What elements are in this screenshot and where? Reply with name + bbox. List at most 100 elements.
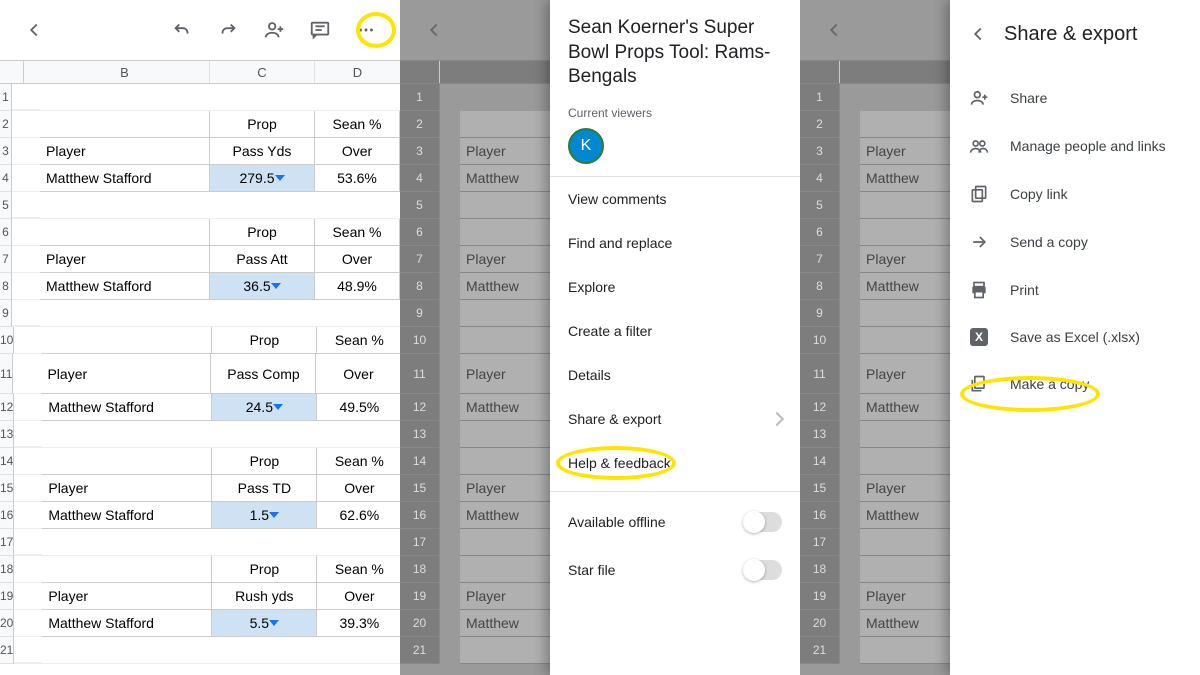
menu-explore[interactable]: Explore [550,265,800,309]
row-header[interactable]: 3 [0,138,12,165]
cell[interactable] [40,219,210,246]
cell[interactable]: Sean % [315,219,400,246]
cell[interactable] [315,84,400,110]
row-header[interactable]: 8 [0,273,12,300]
row-header[interactable]: 12 [0,394,14,421]
back-icon[interactable] [414,10,454,50]
cell[interactable] [210,300,315,326]
row-header[interactable]: 21 [0,637,14,664]
row-header[interactable]: 2 [0,111,12,138]
cell[interactable]: 48.9% [315,273,400,300]
cell[interactable] [42,529,212,555]
back-icon[interactable] [964,20,992,48]
share-item-save-excel[interactable]: XSave as Excel (.xlsx) [950,314,1200,360]
cell[interactable]: Over [316,354,400,394]
back-icon[interactable] [14,10,54,50]
cell[interactable] [317,529,400,555]
comment-icon[interactable] [300,10,340,50]
cell[interactable]: Rush yds [212,583,317,610]
cell[interactable] [315,192,400,218]
viewer-avatar[interactable]: K [568,128,604,164]
cell[interactable]: 62.6% [317,502,400,529]
toggle-offline[interactable] [744,512,782,532]
cell[interactable]: Prop [210,111,315,138]
share-item-copy-link[interactable]: Copy link [950,170,1200,218]
cell[interactable] [42,637,212,663]
cell[interactable]: Over [315,246,400,273]
cell[interactable]: Sean % [315,111,400,138]
row-header[interactable]: 7 [0,246,12,273]
menu-details[interactable]: Details [550,353,800,397]
cell[interactable]: Sean % [317,556,400,583]
cell[interactable]: Sean % [317,327,400,354]
row-header[interactable]: 5 [0,192,12,219]
col-D[interactable]: D [315,61,400,83]
menu-star-file[interactable]: Star file [550,546,800,594]
cell[interactable] [42,448,212,475]
row-header[interactable]: 6 [0,219,12,246]
cell[interactable]: Matthew Stafford [42,394,212,421]
row-header[interactable]: 13 [0,421,14,448]
toggle-star[interactable] [744,560,782,580]
cell[interactable] [315,300,400,326]
cell[interactable]: Prop [212,327,317,354]
more-icon[interactable] [346,10,386,50]
row-header[interactable]: 11 [0,354,13,394]
cell[interactable]: Prop [212,448,317,475]
col-B[interactable]: B [40,61,210,83]
cell[interactable] [40,84,210,110]
cell[interactable]: Player [40,246,210,273]
dropdown-cell[interactable]: 24.5 [212,394,317,421]
dropdown-cell[interactable]: 36.5 [210,273,315,300]
cell[interactable] [317,637,400,663]
cell[interactable]: Over [317,475,400,502]
cell[interactable]: 39.3% [317,610,400,637]
cell[interactable]: Prop [210,219,315,246]
cell[interactable]: Matthew Stafford [42,610,212,637]
row-header[interactable]: 16 [0,502,14,529]
dropdown-cell[interactable]: 279.5 [210,165,315,192]
cell[interactable]: 53.6% [315,165,400,192]
row-header[interactable]: 15 [0,475,14,502]
menu-help-feedback[interactable]: Help & feedback [550,441,800,485]
dropdown-cell[interactable]: 5.5 [212,610,317,637]
share-item-share[interactable]: Share [950,74,1200,122]
cell[interactable] [42,556,212,583]
cell[interactable]: Matthew Stafford [40,273,210,300]
cell[interactable]: Matthew Stafford [42,502,212,529]
cell[interactable] [212,637,317,663]
row-header[interactable]: 4 [0,165,12,192]
row-header[interactable]: 1 [0,84,12,111]
cell[interactable]: Sean % [317,448,400,475]
cell[interactable] [212,529,317,555]
row-header[interactable]: 17 [0,529,14,556]
cell[interactable] [40,300,210,326]
col-C[interactable]: C [210,61,315,83]
cell[interactable] [42,421,212,447]
back-icon[interactable] [814,10,854,50]
menu-share-export[interactable]: Share & export [550,397,800,441]
menu-available-offline[interactable]: Available offline [550,498,800,546]
cell[interactable] [40,111,210,138]
cell[interactable]: Player [41,354,211,394]
cell[interactable]: Pass TD [212,475,317,502]
add-person-icon[interactable] [254,10,294,50]
undo-icon[interactable] [162,10,202,50]
cell[interactable] [40,192,210,218]
row-header[interactable]: 10 [0,327,14,354]
share-item-make-copy[interactable]: Make a copy [950,360,1200,408]
dropdown-cell[interactable]: 1.5 [212,502,317,529]
share-item-send-copy[interactable]: Send a copy [950,218,1200,266]
row-header[interactable]: 9 [0,300,12,327]
cell[interactable]: Over [315,138,400,165]
cell[interactable]: Pass Att [210,246,315,273]
share-item-manage[interactable]: Manage people and links [950,122,1200,170]
row-header[interactable]: 14 [0,448,14,475]
cell[interactable] [212,421,317,447]
redo-icon[interactable] [208,10,248,50]
cell[interactable]: Player [42,475,212,502]
cell[interactable] [210,192,315,218]
cell[interactable]: Player [42,583,212,610]
cell[interactable]: Over [317,583,400,610]
menu-create-filter[interactable]: Create a filter [550,309,800,353]
